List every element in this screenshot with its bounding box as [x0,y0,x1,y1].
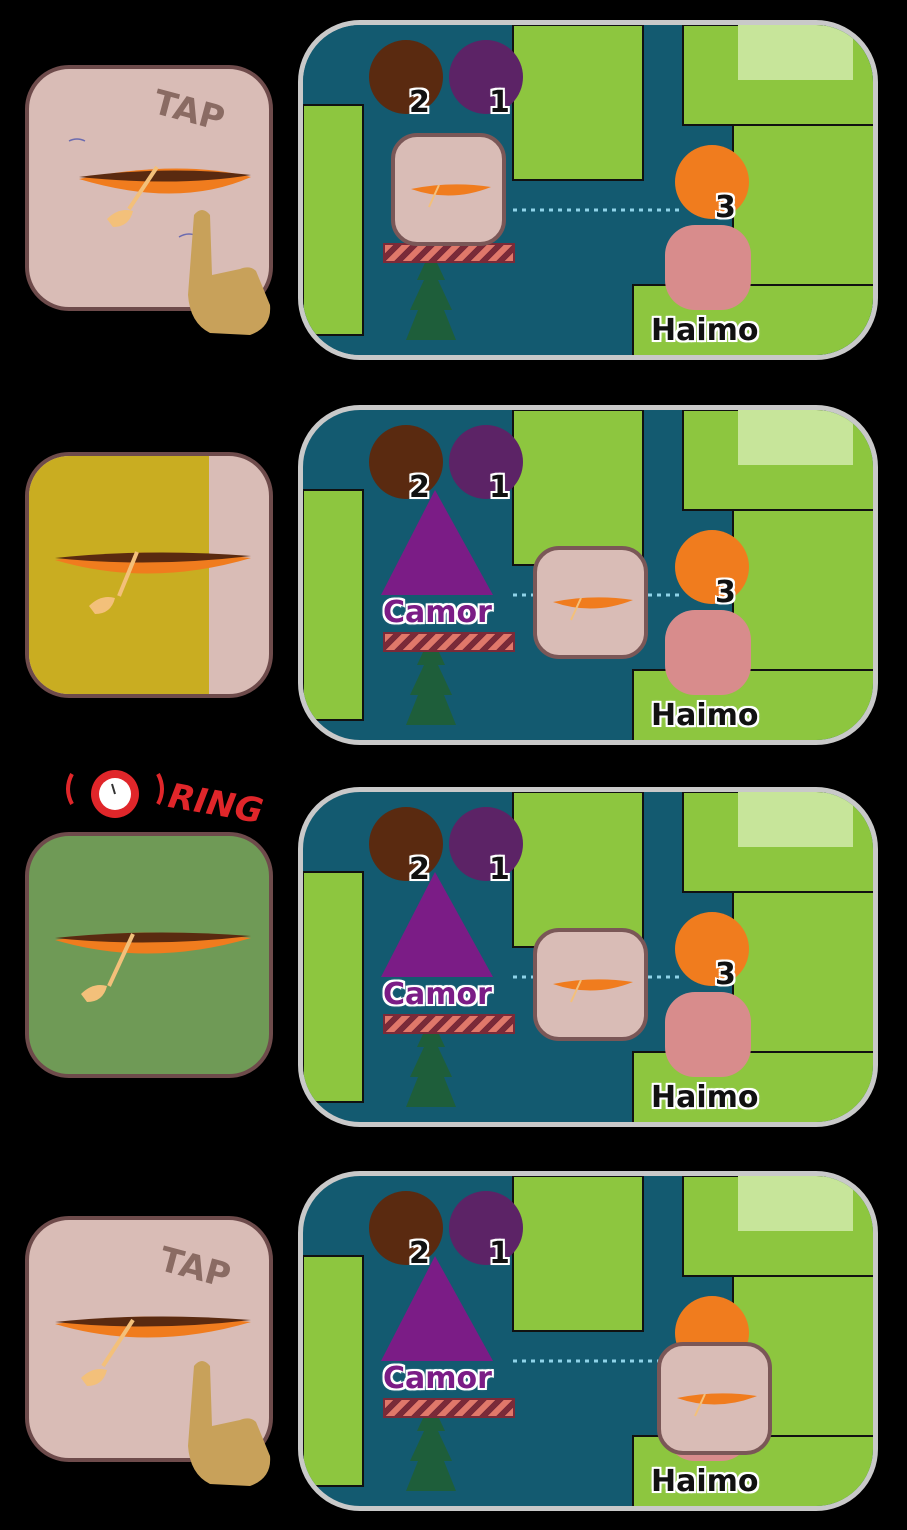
bee-icon [675,145,749,219]
pointing-hand-icon [180,1356,275,1495]
berry-count: 1 [489,1236,510,1271]
wood-count: 2 [409,852,430,887]
alarm-clock-icon [60,754,170,828]
build-progress-bar [383,1014,515,1034]
step-row-3: RING 2 1 3 Camor Haimo [0,770,907,1127]
game-map[interactable]: 2 1 3 Camor Haimo [298,405,878,745]
map-cursor[interactable] [657,1342,772,1455]
game-map[interactable]: 2 1 3 Camor Haimo [298,787,878,1127]
map-cursor[interactable] [533,928,648,1041]
berry-icon [449,1191,523,1265]
wood-log-icon [369,1191,443,1265]
town-label-camor: Camor [383,977,493,1013]
ring-label: RING [165,776,266,832]
map-cursor[interactable] [533,546,648,659]
berry-icon [449,425,523,499]
shovel-dig-icon [55,932,251,1002]
bee-count: 3 [715,190,736,225]
step-row-2: 2 1 3 Camor Haimo [0,400,907,745]
town-label-haimo: Haimo [651,698,760,734]
build-progress-bar [383,632,515,652]
wood-count: 2 [409,85,430,120]
town-label-camor: Camor [383,1361,493,1397]
berry-icon [449,807,523,881]
bee-icon [675,530,749,604]
berry-icon [449,40,523,114]
build-progress-bar [383,1398,515,1418]
step-row-4: TAP 2 1 Camor Haimo [0,1166,907,1511]
wood-log-icon [369,425,443,499]
town-label-haimo: Haimo [651,1080,760,1116]
dig-button[interactable] [25,452,273,698]
berry-count: 1 [489,85,510,120]
pointing-hand-icon [180,205,275,344]
wood-log-icon [369,40,443,114]
wood-log-icon [369,807,443,881]
build-progress-bar [383,243,515,263]
shovel-dig-icon [677,1393,757,1417]
bee-icon [675,912,749,986]
step-row-1: TAP 2 1 3 Haimo [0,15,907,360]
bee-count: 3 [715,575,736,610]
shovel-dig-icon [553,597,633,621]
rock-cluster [665,610,751,695]
game-map[interactable]: 2 1 Camor Haimo [298,1171,878,1511]
shovel-dig-icon [411,184,491,208]
wood-count: 2 [409,470,430,505]
map-cursor[interactable] [391,133,506,246]
rock-cluster [665,992,751,1077]
berry-count: 1 [489,470,510,505]
town-label-haimo: Haimo [651,1464,760,1500]
game-map[interactable]: 2 1 3 Haimo [298,20,878,360]
shovel-dig-icon [55,551,251,614]
town-label-camor: Camor [383,595,493,631]
shovel-dig-icon [553,979,633,1003]
bee-count: 3 [715,957,736,992]
berry-count: 1 [489,852,510,887]
dig-button[interactable] [25,832,273,1078]
wood-count: 2 [409,1236,430,1271]
rock-cluster [665,225,751,310]
town-label-haimo: Haimo [651,313,760,349]
